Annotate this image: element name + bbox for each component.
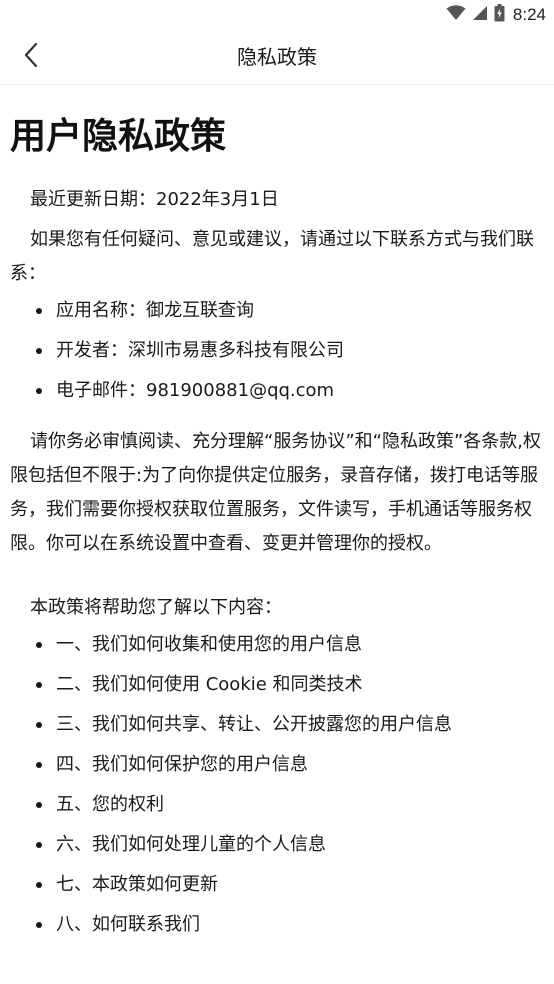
toc-item: 三、我们如何共享、转让、公开披露您的用户信息 [10, 705, 548, 745]
app-bar: 隐私政策 [0, 30, 554, 85]
contact-item-email: 电子邮件：981900881@qq.com [10, 371, 548, 411]
consent-paragraph: 请你务必审慎阅读、充分理解“服务协议”和“隐私政策”各条款,权限包括但不限于:为… [10, 431, 542, 554]
status-bar: 8:24 [0, 0, 554, 30]
policy-content: 用户隐私政策 最近更新日期：2022年3月1日 如果您有任何疑问、意见或建议，请… [10, 85, 548, 945]
toc-list: 一、我们如何收集和使用您的用户信息 二、我们如何使用 Cookie 和同类技术 … [10, 625, 548, 945]
contact-list: 应用名称：御龙互联查询 开发者：深圳市易惠多科技有限公司 电子邮件：981900… [10, 291, 548, 411]
contact-item-developer: 开发者：深圳市易惠多科技有限公司 [10, 331, 548, 371]
toc-intro: 本政策将帮助您了解以下内容： [30, 597, 282, 618]
battery-icon [494, 4, 505, 26]
toc-item: 七、本政策如何更新 [10, 865, 548, 905]
contact-item-app-name: 应用名称：御龙互联查询 [10, 291, 548, 331]
page-title: 隐私政策 [237, 45, 317, 69]
toc-item: 一、我们如何收集和使用您的用户信息 [10, 625, 548, 665]
toc-item: 四、我们如何保护您的用户信息 [10, 745, 548, 785]
updated-date: 最近更新日期：2022年3月1日 [30, 189, 279, 210]
toc-item: 五、您的权利 [10, 785, 548, 825]
toc-item: 六、我们如何处理儿童的个人信息 [10, 825, 548, 865]
signal-icon [472, 5, 488, 25]
toc-item: 二、我们如何使用 Cookie 和同类技术 [10, 665, 548, 705]
contact-intro: 如果您有任何疑问、意见或建议，请通过以下联系方式与我们联系： [10, 229, 534, 284]
document-title: 用户隐私政策 [10, 116, 227, 157]
status-time: 8:24 [512, 5, 546, 24]
wifi-icon [446, 5, 466, 25]
toc-item: 八、如何联系我们 [10, 905, 548, 945]
status-icons: 8:24 [446, 4, 546, 26]
